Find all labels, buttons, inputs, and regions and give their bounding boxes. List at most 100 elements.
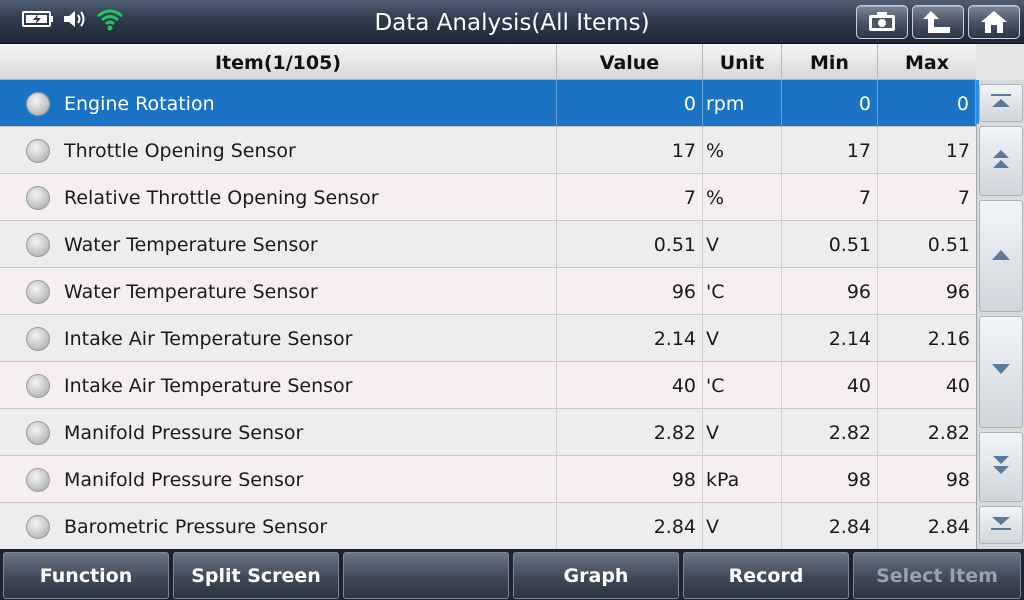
item-value: 2.82 [557,409,703,456]
item-unit: % [703,174,782,221]
function-button[interactable]: Function [3,552,169,599]
item-name: Intake Air Temperature Sensor [0,315,557,362]
table-row[interactable]: Manifold Pressure Sensor 98 kPa 98 98 [0,456,976,503]
item-unit: % [703,127,782,174]
scroll-bottom-button[interactable] [979,506,1023,544]
table-row[interactable]: Water Temperature Sensor 96 'C 96 96 [0,268,976,315]
table-row[interactable]: Engine Rotation 0 rpm 0 0 [0,80,976,127]
column-header-value[interactable]: Value [557,44,703,80]
table-row[interactable]: Intake Air Temperature Sensor 40 'C 40 4… [0,362,976,409]
item-value: 98 [557,456,703,503]
item-value: 0 [557,80,703,127]
scroll-top-icon [989,93,1013,113]
speaker-icon [62,8,88,34]
wifi-icon [96,7,124,35]
scroll-top-button[interactable] [979,84,1023,122]
table-row[interactable]: Relative Throttle Opening Sensor 7 % 7 7 [0,174,976,221]
title-bar: Data Analysis(All Items) [0,0,1024,44]
graph-button[interactable]: Graph [513,552,679,599]
item-max: 0 [878,80,976,127]
item-min: 96 [782,268,878,315]
item-name: Manifold Pressure Sensor [0,409,557,456]
page-title: Data Analysis(All Items) [374,10,650,36]
item-name: Throttle Opening Sensor [0,127,557,174]
item-min: 40 [782,362,878,409]
bottom-toolbar: Function Split Screen Graph Record Selec… [0,549,1024,600]
item-max: 7 [957,187,970,209]
page-up-button[interactable] [979,126,1023,196]
scroll-up-button[interactable] [979,200,1023,312]
item-max: 2.16 [927,328,970,350]
empty-toolbar-button[interactable] [343,552,509,599]
item-unit: 'C [703,362,782,409]
scroll-down-button[interactable] [979,316,1023,428]
back-arrow-icon [923,9,953,35]
scroll-down-icon [989,362,1013,382]
select-item-button[interactable]: Select Item [853,552,1021,599]
item-value: 40 [557,362,703,409]
data-analysis-screen: Data Analysis(All Items) Item(1/105) Val… [0,0,1024,600]
item-max: 0.51 [927,234,970,256]
scroll-up-icon [989,246,1013,266]
item-min: 7 [782,174,878,221]
vertical-scrollbar[interactable] [976,80,1024,549]
item-max: 17 [945,140,970,162]
page-up-icon [989,146,1013,176]
item-unit: 'C [703,268,782,315]
table-header: Item(1/105) Value Unit Min Max [0,44,976,80]
item-value: 17 [557,127,703,174]
item-value: 0.51 [557,221,703,268]
item-min: 2.14 [782,315,878,362]
item-name: Relative Throttle Opening Sensor [0,174,557,221]
item-max: 98 [945,469,970,491]
item-min: 2.82 [782,409,878,456]
item-name: Water Temperature Sensor [0,268,557,315]
item-unit: V [703,221,782,268]
data-table: Item(1/105) Value Unit Min Max Engine Ro… [0,44,976,550]
item-name: Engine Rotation [0,80,557,127]
item-min: 17 [782,127,878,174]
status-icons [22,8,124,34]
record-button[interactable]: Record [683,552,849,599]
table-row[interactable]: Intake Air Temperature Sensor 2.14 V 2.1… [0,315,976,362]
column-header-max[interactable]: Max [878,44,976,80]
item-name: Manifold Pressure Sensor [0,456,557,503]
back-button[interactable] [912,5,964,39]
item-min: 98 [782,456,878,503]
item-max: 2.82 [927,422,970,444]
item-value: 7 [557,174,703,221]
screenshot-button[interactable] [856,5,908,39]
home-icon [979,9,1009,35]
home-button[interactable] [968,5,1020,39]
table-row[interactable]: Water Temperature Sensor 0.51 V 0.51 0.5… [0,221,976,268]
table-row[interactable]: Manifold Pressure Sensor 2.82 V 2.82 2.8… [0,409,976,456]
screenshot-icon [867,11,897,33]
column-header-item[interactable]: Item(1/105) [0,44,557,80]
item-value: 2.84 [557,503,703,550]
item-unit: kPa [703,456,782,503]
table-row[interactable]: Throttle Opening Sensor 17 % 17 17 [0,127,976,174]
item-unit: V [703,409,782,456]
item-value: 2.14 [557,315,703,362]
item-name: Barometric Pressure Sensor [0,503,557,550]
table-row[interactable]: Barometric Pressure Sensor 2.84 V 2.84 2… [0,503,976,550]
column-header-unit[interactable]: Unit [703,44,782,80]
item-name: Water Temperature Sensor [0,221,557,268]
item-max: 2.84 [927,516,970,538]
battery-charging-icon [22,10,54,32]
item-min: 0.51 [782,221,878,268]
item-max: 96 [945,281,970,303]
item-min: 2.84 [782,503,878,550]
page-down-button[interactable] [979,432,1023,502]
item-name: Intake Air Temperature Sensor [0,362,557,409]
split-screen-button[interactable]: Split Screen [173,552,339,599]
item-min: 0 [782,80,878,127]
scroll-bottom-icon [989,515,1013,535]
page-down-icon [989,452,1013,482]
item-max: 40 [945,375,970,397]
item-unit: rpm [703,80,782,127]
column-header-min[interactable]: Min [782,44,878,80]
item-unit: V [703,315,782,362]
item-unit: V [703,503,782,550]
item-value: 96 [557,268,703,315]
